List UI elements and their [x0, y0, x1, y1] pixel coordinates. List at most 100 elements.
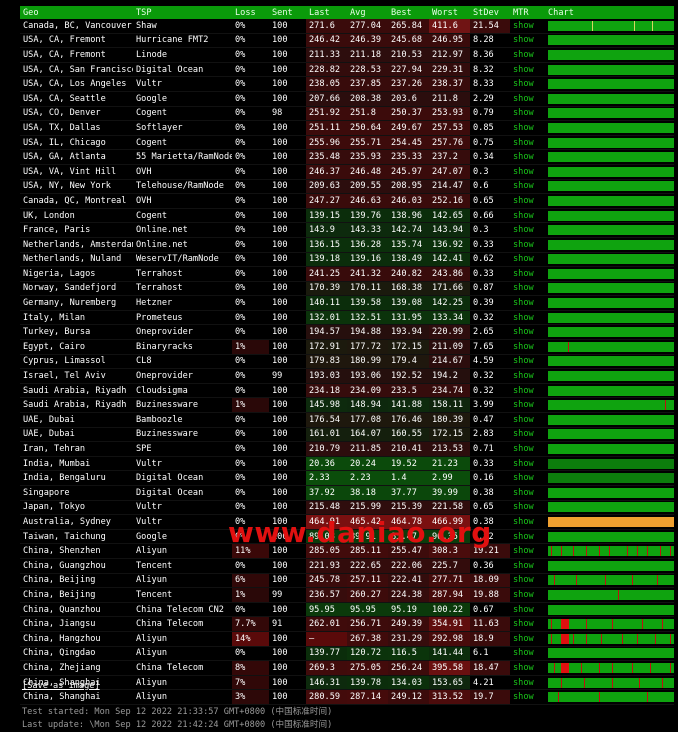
latency-spike — [586, 546, 588, 557]
cell-stdev: 18.09 — [470, 573, 510, 589]
table-row: Italy, Milan Prometeus 0% 100 132.01 132.51 13… — [20, 310, 674, 326]
mtr-show-link[interactable]: show — [510, 529, 545, 545]
cell-tsp: Hurricane FMT2 — [133, 33, 232, 49]
cell-last: 269.3 — [306, 660, 347, 676]
table-row: USA, CA, San Francisco Digital Ocean 0% 100… — [20, 62, 674, 78]
cell-stdev: 0.32 — [470, 368, 510, 384]
mtr-show-link[interactable]: show — [510, 616, 545, 632]
cell-loss: 0% — [232, 120, 269, 136]
cell-sent: 100 — [269, 76, 306, 92]
mtr-show-link[interactable]: show — [510, 252, 545, 268]
save-as-image-link[interactable]: [Save as image] — [22, 681, 100, 691]
mtr-show-link[interactable]: show — [510, 543, 545, 559]
mtr-show-link[interactable]: show — [510, 193, 545, 209]
cell-sent: 100 — [269, 339, 306, 355]
mtr-show-link[interactable]: show — [510, 383, 545, 399]
cell-avg: 277.04 — [347, 19, 388, 34]
mtr-show-link[interactable]: show — [510, 354, 545, 370]
latency-spike — [586, 619, 588, 630]
cell-sent: 100 — [269, 602, 306, 618]
mtr-show-link[interactable]: show — [510, 427, 545, 443]
mtr-show-link[interactable]: show — [510, 441, 545, 457]
table-row: USA, VA, Vint Hill OVH 0% 100 246.37 246.48 24… — [20, 164, 674, 180]
cell-geo: USA, GA, Atlanta — [20, 149, 133, 165]
mtr-show-link[interactable]: show — [510, 368, 545, 384]
mtr-show-link[interactable]: show — [510, 485, 545, 501]
mtr-show-link[interactable]: show — [510, 397, 545, 414]
mtr-show-link[interactable]: show — [510, 106, 545, 122]
cell-stdev: 8.32 — [470, 62, 510, 78]
cell-worst: 142.25 — [429, 295, 470, 311]
cell-worst: 158.11 — [429, 397, 470, 414]
cell-stdev: 0.65 — [470, 500, 510, 516]
cell-best: 37.77 — [388, 485, 429, 501]
cell-sent: 100 — [269, 631, 306, 647]
cell-worst: 229.31 — [429, 62, 470, 78]
mtr-show-link[interactable]: show — [510, 91, 545, 107]
cell-geo: USA, CA, Los Angeles — [20, 76, 133, 92]
mtr-show-link[interactable]: show — [510, 295, 545, 311]
mtr-show-link[interactable]: show — [510, 558, 545, 574]
mtr-show-link[interactable]: show — [510, 62, 545, 78]
mtr-show-link[interactable]: show — [510, 222, 545, 238]
mtr-show-link[interactable]: show — [510, 470, 545, 486]
mtr-show-link[interactable]: show — [510, 573, 545, 589]
latency-bar — [548, 152, 674, 163]
cell-worst: 395.58 — [429, 660, 470, 676]
cell-loss: 0% — [232, 646, 269, 662]
table-row: Netherlands, Amsterdam Online.net 0% 100 136… — [20, 237, 674, 253]
mtr-show-link[interactable]: show — [510, 237, 545, 253]
latency-bar — [548, 589, 674, 600]
mtr-show-link[interactable]: show — [510, 19, 545, 34]
cell-best: 172.15 — [388, 339, 429, 355]
mtr-show-link[interactable]: show — [510, 76, 545, 92]
mtr-show-link[interactable]: show — [510, 310, 545, 326]
mtr-show-link[interactable]: show — [510, 120, 545, 136]
mtr-show-link[interactable]: show — [510, 514, 545, 530]
mtr-show-link[interactable]: show — [510, 33, 545, 49]
mtr-show-link[interactable]: show — [510, 587, 545, 603]
table-row: Turkey, Bursa Oneprovider 0% 100 194.57 194.8… — [20, 324, 674, 341]
cell-loss: 0% — [232, 295, 269, 311]
mtr-show-link[interactable]: show — [510, 47, 545, 63]
cell-worst: 247.07 — [429, 164, 470, 180]
latency-spike — [647, 692, 649, 703]
cell-loss: 0% — [232, 179, 269, 195]
cell-avg: 222.65 — [347, 558, 388, 574]
mtr-show-link[interactable]: show — [510, 646, 545, 662]
mtr-show-link[interactable]: show — [510, 179, 545, 195]
cell-best: 235.33 — [388, 149, 429, 165]
mtr-show-link[interactable]: show — [510, 500, 545, 516]
table-row: Norway, Sandefjord Terrahost 0% 100 170.39 17… — [20, 281, 674, 297]
mtr-show-link[interactable]: show — [510, 281, 545, 297]
latency-chart-cell — [545, 529, 674, 545]
cell-tsp: China Telecom — [133, 616, 232, 632]
mtr-show-link[interactable]: show — [510, 149, 545, 165]
cell-tsp: Binaryracks — [133, 339, 232, 355]
cell-loss: 0% — [232, 33, 269, 49]
cell-worst: 214.47 — [429, 179, 470, 195]
cell-loss: 0% — [232, 149, 269, 165]
mtr-show-link[interactable]: show — [510, 456, 545, 472]
cell-geo: China, Shanghai — [20, 689, 133, 705]
mtr-show-link[interactable]: show — [510, 266, 545, 282]
mtr-show-link[interactable]: show — [510, 675, 545, 691]
cell-tsp: Aliyun — [133, 573, 232, 589]
mtr-show-link[interactable]: show — [510, 339, 545, 355]
latency-chart-cell — [545, 91, 674, 107]
latency-bar — [548, 385, 674, 396]
cell-worst: 257.53 — [429, 120, 470, 136]
mtr-show-link[interactable]: show — [510, 412, 545, 428]
mtr-show-link[interactable]: show — [510, 324, 545, 341]
mtr-show-link[interactable]: show — [510, 208, 545, 224]
cell-sent: 100 — [269, 500, 306, 516]
mtr-show-link[interactable]: show — [510, 631, 545, 647]
mtr-show-link[interactable]: show — [510, 689, 545, 705]
mtr-show-link[interactable]: show — [510, 602, 545, 618]
mtr-show-link[interactable]: show — [510, 660, 545, 676]
cell-best: 240.82 — [388, 266, 429, 282]
mtr-show-link[interactable]: show — [510, 135, 545, 151]
cell-last: 161.01 — [306, 427, 347, 443]
mtr-show-link[interactable]: show — [510, 164, 545, 180]
cell-sent: 100 — [269, 427, 306, 443]
